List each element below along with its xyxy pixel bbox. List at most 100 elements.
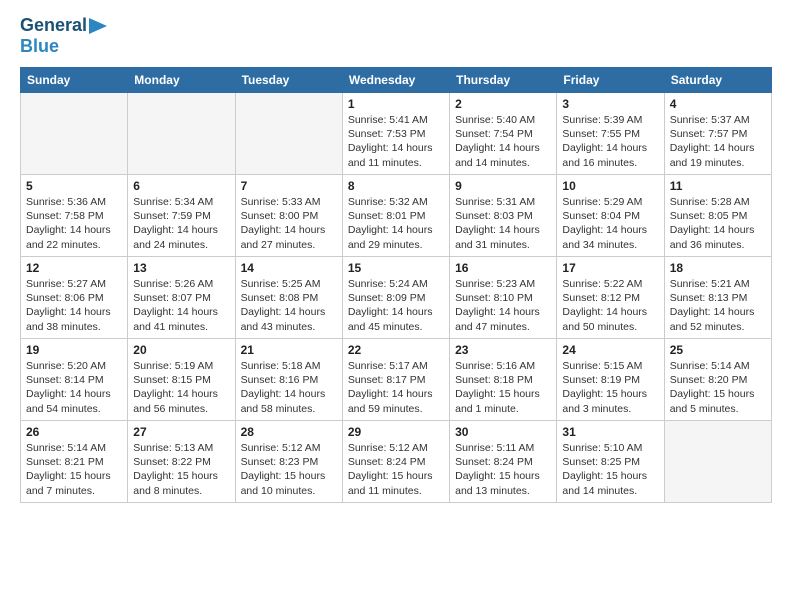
day-number: 20	[133, 343, 229, 357]
day-cell: 9 Sunrise: 5:31 AMSunset: 8:03 PMDaylight…	[450, 175, 557, 257]
day-cell: 19 Sunrise: 5:20 AMSunset: 8:14 PMDayligh…	[21, 339, 128, 421]
day-number: 19	[26, 343, 122, 357]
day-info: Sunrise: 5:37 AMSunset: 7:57 PMDaylight:…	[670, 113, 766, 170]
day-cell: 27 Sunrise: 5:13 AMSunset: 8:22 PMDayligh…	[128, 421, 235, 503]
week-row-2: 5 Sunrise: 5:36 AMSunset: 7:58 PMDaylight…	[21, 175, 772, 257]
logo-line-2: Blue	[20, 36, 59, 57]
day-info: Sunrise: 5:13 AMSunset: 8:22 PMDaylight:…	[133, 441, 229, 498]
day-number: 24	[562, 343, 658, 357]
day-cell: 2 Sunrise: 5:40 AMSunset: 7:54 PMDaylight…	[450, 93, 557, 175]
day-info: Sunrise: 5:16 AMSunset: 8:18 PMDaylight:…	[455, 359, 551, 416]
day-cell	[21, 93, 128, 175]
day-info: Sunrise: 5:33 AMSunset: 8:00 PMDaylight:…	[241, 195, 337, 252]
day-info: Sunrise: 5:34 AMSunset: 7:59 PMDaylight:…	[133, 195, 229, 252]
day-cell: 21 Sunrise: 5:18 AMSunset: 8:16 PMDayligh…	[235, 339, 342, 421]
day-number: 6	[133, 179, 229, 193]
day-cell: 30Sunrise: 5:11 AMSunset: 8:24 PMDayligh…	[450, 421, 557, 503]
week-row-4: 19 Sunrise: 5:20 AMSunset: 8:14 PMDayligh…	[21, 339, 772, 421]
day-number: 30	[455, 425, 551, 439]
day-cell	[128, 93, 235, 175]
day-cell: 26Sunrise: 5:14 AMSunset: 8:21 PMDayligh…	[21, 421, 128, 503]
day-info: Sunrise: 5:40 AMSunset: 7:54 PMDaylight:…	[455, 113, 551, 170]
day-number: 22	[348, 343, 444, 357]
day-cell: 5 Sunrise: 5:36 AMSunset: 7:58 PMDaylight…	[21, 175, 128, 257]
weekday-header-monday: Monday	[128, 68, 235, 93]
day-cell: 11 Sunrise: 5:28 AMSunset: 8:05 PMDayligh…	[664, 175, 771, 257]
day-number: 29	[348, 425, 444, 439]
day-info: Sunrise: 5:23 AMSunset: 8:10 PMDaylight:…	[455, 277, 551, 334]
day-cell: 7 Sunrise: 5:33 AMSunset: 8:00 PMDaylight…	[235, 175, 342, 257]
day-number: 10	[562, 179, 658, 193]
day-info: Sunrise: 5:14 AMSunset: 8:20 PMDaylight:…	[670, 359, 766, 416]
day-cell: 20Sunrise: 5:19 AMSunset: 8:15 PMDayligh…	[128, 339, 235, 421]
header: General Blue	[20, 15, 772, 57]
day-number: 21	[241, 343, 337, 357]
day-info: Sunrise: 5:15 AMSunset: 8:19 PMDaylight:…	[562, 359, 658, 416]
day-info: Sunrise: 5:29 AMSunset: 8:04 PMDaylight:…	[562, 195, 658, 252]
day-info: Sunrise: 5:28 AMSunset: 8:05 PMDaylight:…	[670, 195, 766, 252]
day-cell	[664, 421, 771, 503]
day-number: 25	[670, 343, 766, 357]
day-info: Sunrise: 5:32 AMSunset: 8:01 PMDaylight:…	[348, 195, 444, 252]
day-cell: 3 Sunrise: 5:39 AMSunset: 7:55 PMDaylight…	[557, 93, 664, 175]
day-cell: 24 Sunrise: 5:15 AMSunset: 8:19 PMDayligh…	[557, 339, 664, 421]
day-cell	[235, 93, 342, 175]
day-cell: 13Sunrise: 5:26 AMSunset: 8:07 PMDayligh…	[128, 257, 235, 339]
day-info: Sunrise: 5:20 AMSunset: 8:14 PMDaylight:…	[26, 359, 122, 416]
weekday-header-row: SundayMondayTuesdayWednesdayThursdayFrid…	[21, 68, 772, 93]
day-number: 17	[562, 261, 658, 275]
day-number: 4	[670, 97, 766, 111]
logo: General Blue	[20, 15, 107, 57]
day-number: 3	[562, 97, 658, 111]
day-info: Sunrise: 5:31 AMSunset: 8:03 PMDaylight:…	[455, 195, 551, 252]
day-number: 1	[348, 97, 444, 111]
calendar-table: SundayMondayTuesdayWednesdayThursdayFrid…	[20, 67, 772, 503]
weekday-header-saturday: Saturday	[664, 68, 771, 93]
week-row-1: 1 Sunrise: 5:41 AMSunset: 7:53 PMDaylight…	[21, 93, 772, 175]
weekday-header-tuesday: Tuesday	[235, 68, 342, 93]
day-info: Sunrise: 5:12 AMSunset: 8:23 PMDaylight:…	[241, 441, 337, 498]
day-info: Sunrise: 5:36 AMSunset: 7:58 PMDaylight:…	[26, 195, 122, 252]
weekday-header-sunday: Sunday	[21, 68, 128, 93]
day-number: 2	[455, 97, 551, 111]
day-cell: 1 Sunrise: 5:41 AMSunset: 7:53 PMDaylight…	[342, 93, 449, 175]
day-cell: 4 Sunrise: 5:37 AMSunset: 7:57 PMDaylight…	[664, 93, 771, 175]
day-info: Sunrise: 5:25 AMSunset: 8:08 PMDaylight:…	[241, 277, 337, 334]
day-cell: 14 Sunrise: 5:25 AMSunset: 8:08 PMDayligh…	[235, 257, 342, 339]
day-cell: 25 Sunrise: 5:14 AMSunset: 8:20 PMDayligh…	[664, 339, 771, 421]
week-row-5: 26Sunrise: 5:14 AMSunset: 8:21 PMDayligh…	[21, 421, 772, 503]
day-info: Sunrise: 5:17 AMSunset: 8:17 PMDaylight:…	[348, 359, 444, 416]
day-number: 9	[455, 179, 551, 193]
weekday-header-wednesday: Wednesday	[342, 68, 449, 93]
logo-general: General	[20, 15, 87, 36]
day-number: 14	[241, 261, 337, 275]
day-number: 11	[670, 179, 766, 193]
day-number: 31	[562, 425, 658, 439]
day-info: Sunrise: 5:14 AMSunset: 8:21 PMDaylight:…	[26, 441, 122, 498]
day-info: Sunrise: 5:26 AMSunset: 8:07 PMDaylight:…	[133, 277, 229, 334]
day-cell: 12Sunrise: 5:27 AMSunset: 8:06 PMDayligh…	[21, 257, 128, 339]
day-info: Sunrise: 5:22 AMSunset: 8:12 PMDaylight:…	[562, 277, 658, 334]
day-info: Sunrise: 5:12 AMSunset: 8:24 PMDaylight:…	[348, 441, 444, 498]
day-info: Sunrise: 5:18 AMSunset: 8:16 PMDaylight:…	[241, 359, 337, 416]
day-info: Sunrise: 5:27 AMSunset: 8:06 PMDaylight:…	[26, 277, 122, 334]
day-cell: 31 Sunrise: 5:10 AMSunset: 8:25 PMDayligh…	[557, 421, 664, 503]
weekday-header-thursday: Thursday	[450, 68, 557, 93]
day-number: 5	[26, 179, 122, 193]
day-number: 27	[133, 425, 229, 439]
logo-line-1: General	[20, 15, 107, 36]
day-cell: 22 Sunrise: 5:17 AMSunset: 8:17 PMDayligh…	[342, 339, 449, 421]
logo-arrow-icon	[89, 18, 107, 34]
logo-blue: Blue	[20, 36, 59, 56]
day-number: 8	[348, 179, 444, 193]
day-cell: 18Sunrise: 5:21 AMSunset: 8:13 PMDayligh…	[664, 257, 771, 339]
day-info: Sunrise: 5:10 AMSunset: 8:25 PMDaylight:…	[562, 441, 658, 498]
day-cell: 6 Sunrise: 5:34 AMSunset: 7:59 PMDaylight…	[128, 175, 235, 257]
day-number: 23	[455, 343, 551, 357]
day-cell: 8 Sunrise: 5:32 AMSunset: 8:01 PMDaylight…	[342, 175, 449, 257]
day-info: Sunrise: 5:41 AMSunset: 7:53 PMDaylight:…	[348, 113, 444, 170]
day-info: Sunrise: 5:39 AMSunset: 7:55 PMDaylight:…	[562, 113, 658, 170]
day-cell: 10 Sunrise: 5:29 AMSunset: 8:04 PMDayligh…	[557, 175, 664, 257]
day-info: Sunrise: 5:24 AMSunset: 8:09 PMDaylight:…	[348, 277, 444, 334]
day-number: 7	[241, 179, 337, 193]
